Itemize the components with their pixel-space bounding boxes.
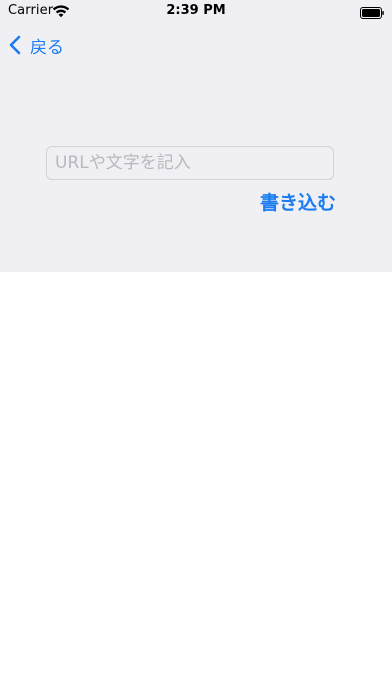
top-panel: Carrier 2:39 PM 戻る 書き込む (0, 0, 392, 272)
battery-icon (360, 4, 384, 19)
back-button[interactable]: 戻る (8, 32, 64, 58)
chevron-left-icon (9, 35, 21, 55)
status-time: 2:39 PM (166, 3, 226, 18)
url-text-input[interactable] (46, 146, 334, 180)
status-bar: Carrier 2:39 PM (0, 0, 392, 24)
back-label: 戻る (30, 37, 64, 58)
write-button[interactable]: 書き込む (260, 188, 336, 215)
